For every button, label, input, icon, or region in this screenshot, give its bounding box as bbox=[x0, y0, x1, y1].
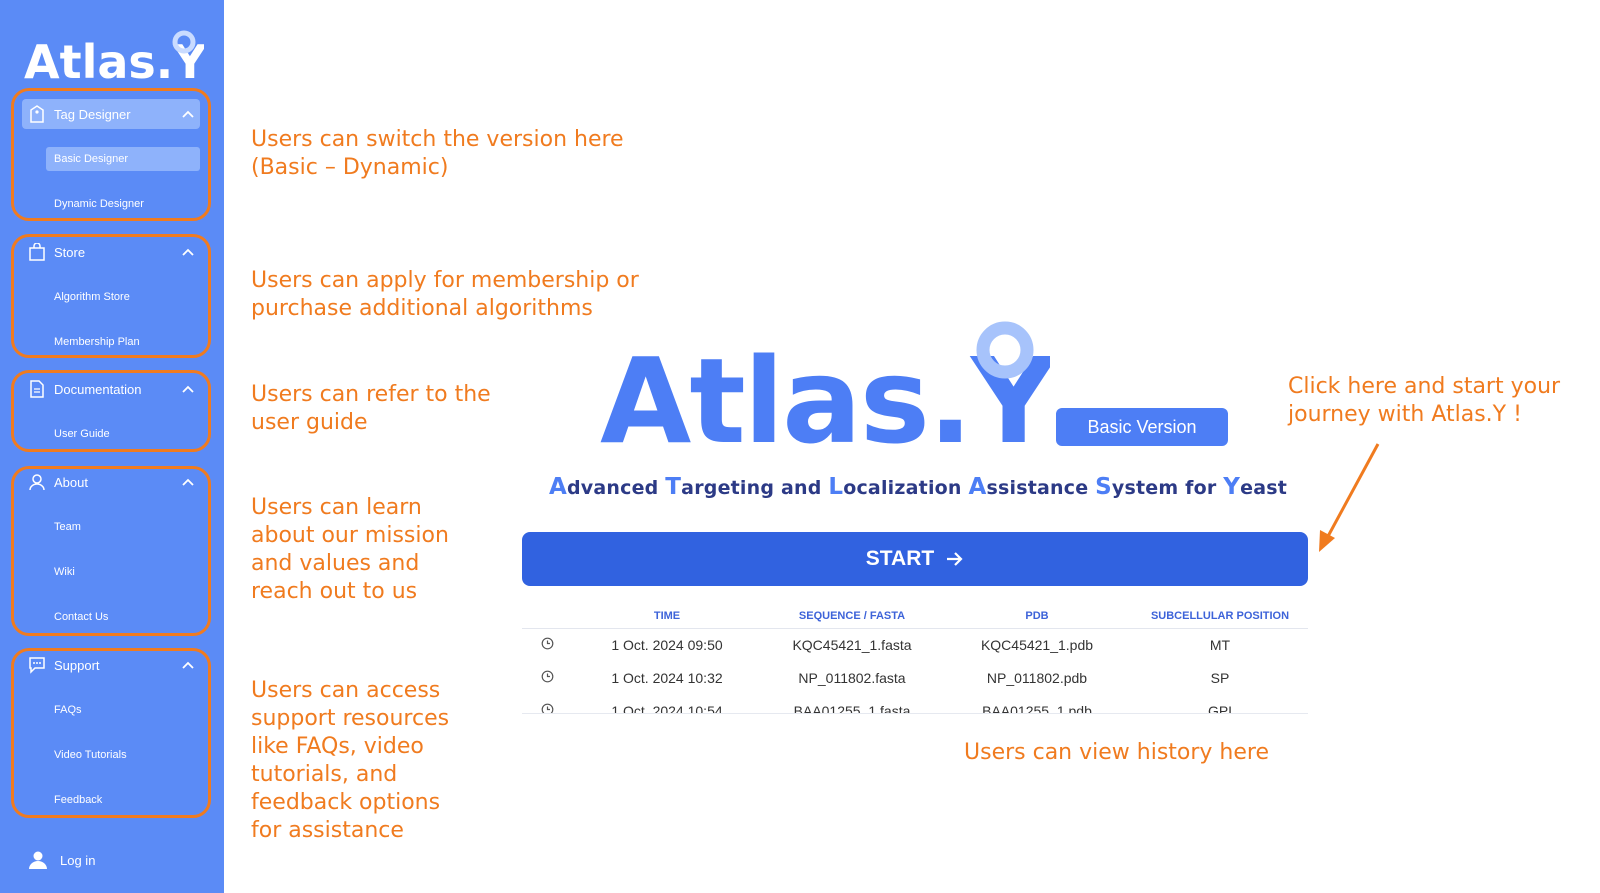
sidebar: Atlas.Y Tag Designer Basic Designer Dyna… bbox=[0, 0, 224, 893]
nav-video-tutorials[interactable]: Video Tutorials bbox=[46, 743, 200, 767]
chevron-up-icon[interactable] bbox=[176, 661, 200, 669]
nav-faqs[interactable]: FAQs bbox=[46, 698, 200, 722]
history-row[interactable]: 1 Oct. 2024 10:54 BAA01255_1.fasta BAA01… bbox=[522, 694, 1308, 714]
annotation-version: Users can switch the version here (Basic… bbox=[251, 127, 624, 180]
nav-basic-designer[interactable]: Basic Designer bbox=[46, 147, 200, 171]
chevron-up-icon[interactable] bbox=[176, 248, 200, 256]
annotation-start: Click here and start your journey with A… bbox=[1288, 374, 1561, 427]
history-header-time: TIME bbox=[572, 604, 762, 629]
nav-membership-plan[interactable]: Membership Plan bbox=[46, 330, 200, 354]
nav-store-label: Store bbox=[54, 244, 86, 260]
clock-icon bbox=[522, 661, 572, 694]
arrow-right-icon bbox=[946, 551, 964, 567]
start-button-label: START bbox=[865, 547, 935, 570]
tagline-rest: east bbox=[1240, 477, 1288, 499]
tagline-rest: dvanced bbox=[566, 477, 666, 499]
history-header-pdb: PDB bbox=[942, 604, 1132, 629]
atlas-logo-icon: Atlas.Y bbox=[24, 30, 204, 82]
tagline-cap: L bbox=[828, 474, 844, 500]
history-position: SP bbox=[1210, 669, 1230, 686]
history-row[interactable]: 1 Oct. 2024 10:32 NP_011802.fasta NP_011… bbox=[522, 661, 1308, 694]
history-time: 1 Oct. 2024 10:32 bbox=[611, 669, 723, 686]
tagline-cap: Y bbox=[1223, 474, 1241, 500]
atlas-hero-logo-icon: Atlas.Y bbox=[600, 321, 1060, 470]
tagline-cap: A bbox=[968, 474, 987, 500]
chat-icon bbox=[22, 656, 52, 674]
annotation-arrow-icon bbox=[1310, 440, 1390, 559]
annotation-support: Users can access support resources like … bbox=[251, 678, 450, 843]
tagline-cap: A bbox=[548, 474, 567, 500]
annotation-about: Users can learn about our mission and va… bbox=[251, 495, 449, 604]
nav-documentation-label: Documentation bbox=[54, 381, 142, 397]
login-button[interactable]: Log in bbox=[28, 850, 95, 870]
nav-tag-designer-label: Tag Designer bbox=[54, 106, 131, 122]
annotation-store: Users can apply for membership or purcha… bbox=[251, 268, 639, 321]
nav-contact-us[interactable]: Contact Us bbox=[46, 605, 200, 629]
chevron-up-icon[interactable] bbox=[176, 110, 200, 118]
clock-icon bbox=[522, 694, 572, 713]
nav-feedback[interactable]: Feedback bbox=[46, 788, 200, 812]
history-pdb-link[interactable]: NP_011802.pdb bbox=[942, 661, 1132, 694]
nav-about-label: About bbox=[54, 474, 88, 490]
nav-documentation[interactable]: Documentation bbox=[22, 374, 200, 404]
document-icon bbox=[22, 380, 52, 398]
history-sequence-link[interactable]: BAA01255_1.fasta bbox=[762, 694, 942, 714]
nav-support[interactable]: Support bbox=[22, 650, 200, 680]
annotation-history: Users can view history here bbox=[964, 740, 1270, 765]
tagline-cap: S bbox=[1095, 474, 1112, 500]
tag-icon bbox=[22, 105, 52, 123]
history-position: GPI bbox=[1207, 702, 1233, 714]
history-header-icon-col bbox=[522, 604, 572, 629]
history-table: TIME SEQUENCE / FASTA PDB SUBCELLULAR PO… bbox=[522, 604, 1308, 714]
history-pdb-link[interactable]: KQC45421_1.pdb bbox=[942, 628, 1132, 661]
history-header-position: SUBCELLULAR POSITION bbox=[1132, 604, 1308, 629]
nav-wiki[interactable]: Wiki bbox=[46, 560, 200, 584]
tagline-rest: ssistance bbox=[986, 477, 1096, 499]
chevron-up-icon[interactable] bbox=[176, 385, 200, 393]
tagline: Advanced Targeting and Localization Assi… bbox=[548, 474, 1288, 500]
history-header-row: TIME SEQUENCE / FASTA PDB SUBCELLULAR PO… bbox=[522, 604, 1308, 629]
user-icon bbox=[22, 473, 52, 491]
start-button[interactable]: START bbox=[522, 532, 1308, 586]
history-pdb-link[interactable]: BAA01255_1.pdb bbox=[942, 694, 1132, 714]
nav-team[interactable]: Team bbox=[46, 515, 200, 539]
nav-store[interactable]: Store bbox=[22, 237, 200, 267]
history-time: 1 Oct. 2024 09:50 bbox=[611, 636, 723, 653]
sidebar-logo[interactable]: Atlas.Y bbox=[24, 30, 204, 82]
nav-about[interactable]: About bbox=[22, 467, 200, 497]
nav-algorithm-store[interactable]: Algorithm Store bbox=[46, 285, 200, 309]
nav-user-guide[interactable]: User Guide bbox=[46, 422, 200, 446]
nav-support-label: Support bbox=[54, 657, 100, 673]
shopping-bag-icon bbox=[22, 243, 52, 261]
annotation-docs: Users can refer to the user guide bbox=[251, 382, 491, 435]
nav-tag-designer[interactable]: Tag Designer bbox=[22, 99, 200, 129]
tagline-cap: T bbox=[665, 474, 682, 500]
history-time: 1 Oct. 2024 10:54 bbox=[611, 702, 723, 714]
tagline-rest: argeting and bbox=[681, 477, 829, 499]
user-avatar-icon bbox=[28, 850, 48, 870]
history-sequence-link[interactable]: KQC45421_1.fasta bbox=[762, 628, 942, 661]
hero-logo: Atlas.Y bbox=[600, 318, 1060, 470]
history-row[interactable]: 1 Oct. 2024 09:50 KQC45421_1.fasta KQC45… bbox=[522, 628, 1308, 661]
clock-icon bbox=[522, 628, 572, 661]
tagline-rest: ocalization bbox=[843, 477, 969, 499]
login-label: Log in bbox=[60, 852, 96, 868]
history-position: MT bbox=[1209, 636, 1231, 653]
nav-dynamic-designer[interactable]: Dynamic Designer bbox=[46, 192, 200, 216]
chevron-up-icon[interactable] bbox=[176, 478, 200, 486]
history-sequence-link[interactable]: NP_011802.fasta bbox=[762, 661, 942, 694]
tagline-rest: ystem for bbox=[1111, 477, 1224, 499]
version-badge[interactable]: Basic Version bbox=[1056, 408, 1228, 446]
history-header-sequence: SEQUENCE / FASTA bbox=[762, 604, 942, 629]
